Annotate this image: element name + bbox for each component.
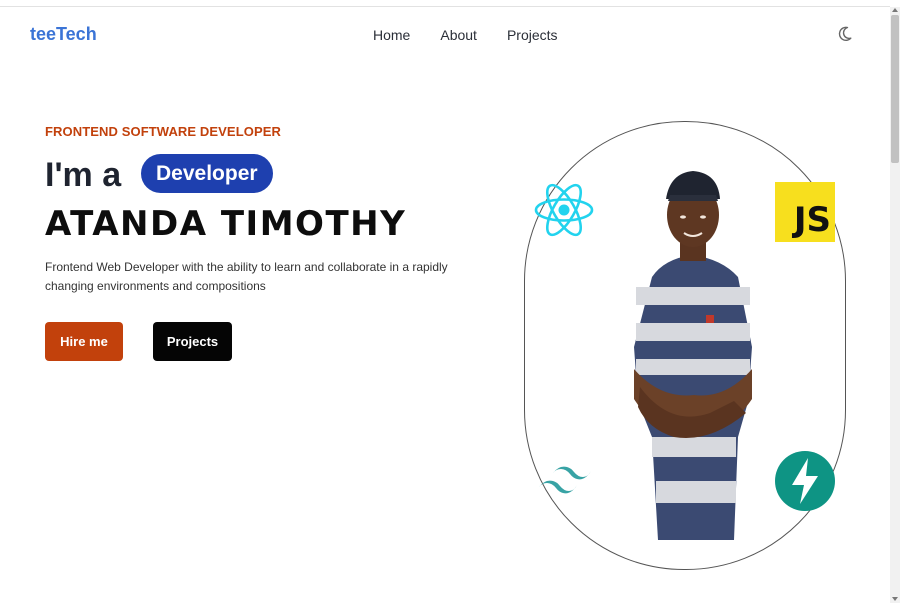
scroll-down-arrow-icon[interactable] bbox=[892, 597, 898, 601]
hire-me-button[interactable]: Hire me bbox=[45, 322, 123, 361]
javascript-icon: JS bbox=[775, 182, 835, 242]
nav-link-about[interactable]: About bbox=[440, 27, 477, 43]
developer-portrait bbox=[630, 137, 756, 540]
browser-top-edge bbox=[0, 0, 890, 7]
navbar: teeTech Home About Projects bbox=[0, 8, 890, 64]
nav-menu: Home About Projects bbox=[373, 27, 558, 43]
page-scrollbar[interactable] bbox=[890, 7, 900, 603]
brand-logo[interactable]: teeTech bbox=[30, 24, 97, 45]
scroll-up-arrow-icon[interactable] bbox=[892, 8, 898, 12]
nav-link-projects[interactable]: Projects bbox=[507, 27, 558, 43]
nav-link-home[interactable]: Home bbox=[373, 27, 410, 43]
tailwind-icon bbox=[537, 463, 593, 499]
projects-button[interactable]: Projects bbox=[153, 322, 232, 361]
hero-name: ATANDA TIMOTHY bbox=[45, 204, 407, 244]
role-badge: Developer bbox=[141, 154, 273, 193]
moon-icon[interactable] bbox=[836, 25, 854, 43]
hero-eyebrow: FRONTEND SOFTWARE DEVELOPER bbox=[45, 124, 281, 139]
js-label: JS bbox=[793, 200, 831, 240]
scrollbar-thumb[interactable] bbox=[891, 15, 899, 163]
hero-greeting: I'm a bbox=[45, 156, 122, 194]
fastapi-icon bbox=[774, 450, 836, 512]
react-icon bbox=[533, 181, 595, 239]
hero-description: Frontend Web Developer with the ability … bbox=[45, 260, 448, 293]
